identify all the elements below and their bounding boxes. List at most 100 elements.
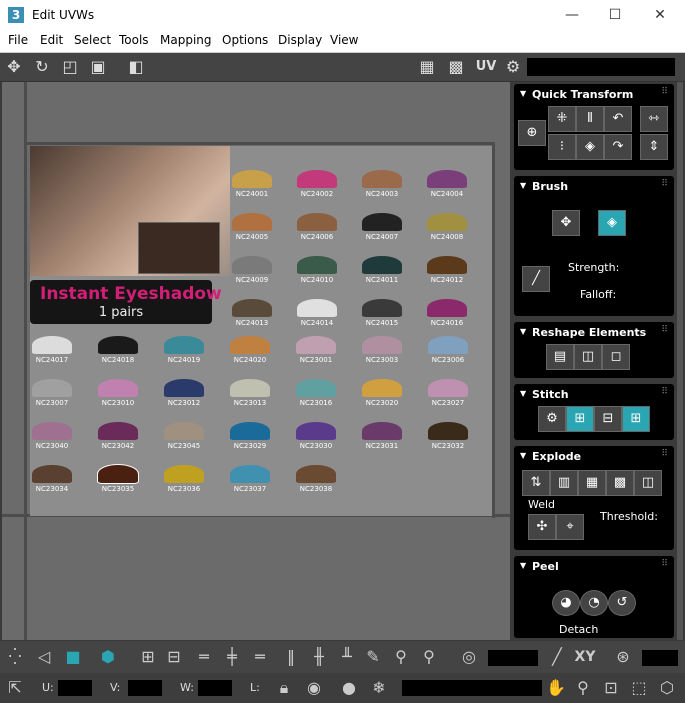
space-out-horizontal-icon[interactable]: ⇿ bbox=[640, 106, 668, 132]
lock-icon[interactable]: 🔒︎ bbox=[273, 677, 295, 699]
loop-select-icon[interactable]: ═ bbox=[193, 646, 215, 668]
stitch-explode-icon[interactable]: ◫ bbox=[634, 470, 662, 496]
world-icon[interactable]: ⊛ bbox=[612, 646, 634, 668]
ring-grow-icon[interactable]: ╫ bbox=[308, 646, 330, 668]
hide-icon[interactable]: ◉ bbox=[303, 677, 325, 699]
rollout-title[interactable]: Stitch bbox=[532, 388, 569, 401]
zoom-extents-icon[interactable]: ⬚ bbox=[628, 677, 650, 699]
collapse-triangle-icon[interactable]: ▼ bbox=[520, 561, 526, 570]
drag-handle-icon[interactable]: ⠿ bbox=[661, 87, 668, 97]
soft-select-value-field[interactable] bbox=[488, 650, 538, 666]
paint-shrink-icon[interactable]: ⚲ bbox=[418, 646, 440, 668]
edge-select-icon[interactable]: ◁ bbox=[33, 646, 55, 668]
mirror-icon[interactable]: ◧ bbox=[126, 57, 146, 77]
align-vertical-icon[interactable]: ⫴ bbox=[576, 106, 604, 132]
flatten-icon[interactable]: ▥ bbox=[550, 470, 578, 496]
weld-selected-icon[interactable]: ✣ bbox=[528, 514, 556, 540]
menu-select[interactable]: Select bbox=[74, 33, 111, 47]
drag-handle-icon[interactable]: ⠿ bbox=[661, 559, 668, 569]
space-horizontal-icon[interactable]: ⁝ bbox=[548, 134, 576, 160]
drag-handle-icon[interactable]: ⠿ bbox=[661, 387, 668, 397]
freeform-icon[interactable]: ▣ bbox=[88, 57, 108, 77]
ring-shrink-icon[interactable]: ╨ bbox=[336, 646, 358, 668]
uv-viewport[interactable]: Instant Eyeshadow 1 pairs NC24001 NC24002… bbox=[2, 82, 510, 640]
grow-select-icon[interactable]: ⊞ bbox=[137, 646, 159, 668]
align-horizontal-icon[interactable]: ⁜ bbox=[548, 106, 576, 132]
stitch-target-icon[interactable]: ⊞ bbox=[622, 406, 650, 432]
space-out-vertical-icon[interactable]: ⇕ bbox=[640, 134, 668, 160]
v-field[interactable] bbox=[128, 680, 162, 696]
drag-handle-icon[interactable]: ⠿ bbox=[661, 449, 668, 459]
element-select-icon[interactable]: ⬢ bbox=[97, 646, 119, 668]
face-select-icon[interactable]: ■ bbox=[62, 646, 84, 668]
zoom-region-icon[interactable]: ⊡ bbox=[600, 677, 622, 699]
value-field[interactable] bbox=[642, 650, 678, 666]
rollout-title[interactable]: Reshape Elements bbox=[532, 326, 646, 339]
stitch-source-icon[interactable]: ⊞ bbox=[566, 406, 594, 432]
collapse-triangle-icon[interactable]: ▼ bbox=[520, 327, 526, 336]
slash-icon[interactable]: ╱ bbox=[546, 646, 568, 668]
relax-shape-icon[interactable]: ◻ bbox=[602, 344, 630, 370]
menu-file[interactable]: File bbox=[8, 33, 28, 47]
drag-handle-icon[interactable]: ⠿ bbox=[661, 179, 668, 189]
w-field[interactable] bbox=[198, 680, 232, 696]
zoom-icon[interactable]: ⚲ bbox=[572, 677, 594, 699]
loop-grow-icon[interactable]: ╪ bbox=[221, 646, 243, 668]
peel-mode-icon[interactable]: ◔ bbox=[580, 590, 608, 616]
distribute-icon[interactable]: ◈ bbox=[576, 134, 604, 160]
rotate-cw-icon[interactable]: ↷ bbox=[604, 134, 632, 160]
freeze-icon[interactable]: ❄ bbox=[368, 677, 390, 699]
collapse-triangle-icon[interactable]: ▼ bbox=[520, 389, 526, 398]
menu-tools[interactable]: Tools bbox=[119, 33, 149, 47]
uv-label[interactable]: UV bbox=[473, 57, 499, 77]
stitch-custom-icon[interactable]: ⚙ bbox=[538, 406, 566, 432]
peel-quick-icon[interactable]: ◕ bbox=[552, 590, 580, 616]
flatten-by-smoothing-icon[interactable]: ▦ bbox=[578, 470, 606, 496]
collapse-triangle-icon[interactable]: ▼ bbox=[520, 451, 526, 460]
menu-edit[interactable]: Edit bbox=[40, 33, 63, 47]
vertex-select-icon[interactable]: ⁛ bbox=[4, 646, 26, 668]
settings-gear-icon[interactable]: ⚙ bbox=[503, 57, 523, 77]
soft-select-icon[interactable]: ◎ bbox=[458, 646, 480, 668]
rotate-ccw-icon[interactable]: ↶ bbox=[604, 106, 632, 132]
rollout-title[interactable]: Brush bbox=[532, 180, 568, 193]
ring-select-icon[interactable]: ‖ bbox=[280, 646, 302, 668]
xy-toggle[interactable]: XY bbox=[572, 646, 598, 668]
u-field[interactable] bbox=[58, 680, 92, 696]
checker-icon[interactable]: ▦ bbox=[417, 57, 437, 77]
minimize-button[interactable]: — bbox=[562, 6, 582, 24]
drag-handle-icon[interactable]: ⠿ bbox=[661, 325, 668, 335]
break-icon[interactable]: ⇅ bbox=[522, 470, 550, 496]
texture-icon[interactable]: ▩ bbox=[446, 57, 466, 77]
menu-mapping[interactable]: Mapping bbox=[160, 33, 212, 47]
relax-icon[interactable]: ◫ bbox=[574, 344, 602, 370]
rollout-title[interactable]: Quick Transform bbox=[532, 88, 633, 101]
pivot-icon[interactable]: ⊕ bbox=[518, 120, 546, 146]
panel-scrollbar[interactable] bbox=[677, 82, 683, 640]
collapse-triangle-icon[interactable]: ▼ bbox=[520, 181, 526, 190]
relax-brush-icon[interactable]: ◈ bbox=[598, 210, 626, 236]
menu-view[interactable]: View bbox=[330, 33, 358, 47]
coordinate-mode-icon[interactable]: ⇱ bbox=[4, 677, 26, 699]
unhide-icon[interactable]: ● bbox=[338, 677, 360, 699]
stitch-average-icon[interactable]: ⊟ bbox=[594, 406, 622, 432]
straighten-icon[interactable]: ▤ bbox=[546, 344, 574, 370]
rotate-icon[interactable]: ↻ bbox=[32, 57, 52, 77]
maximize-button[interactable]: ☐ bbox=[605, 6, 625, 24]
weld-target-icon[interactable]: ⌖ bbox=[556, 514, 584, 540]
rollout-title[interactable]: Explode bbox=[532, 450, 581, 463]
paint-move-icon[interactable]: ✥ bbox=[552, 210, 580, 236]
zoom-selected-icon[interactable]: ⬡ bbox=[656, 677, 678, 699]
shrink-select-icon[interactable]: ⊟ bbox=[163, 646, 185, 668]
pan-hand-icon[interactable]: ✋ bbox=[545, 677, 567, 699]
collapse-triangle-icon[interactable]: ▼ bbox=[520, 89, 526, 98]
move-icon[interactable]: ✥ bbox=[4, 57, 24, 77]
texture-dropdown[interactable] bbox=[527, 58, 675, 76]
loop-shrink-icon[interactable]: ═ bbox=[249, 646, 271, 668]
menu-display[interactable]: Display bbox=[278, 33, 322, 47]
scale-icon[interactable]: ◰ bbox=[60, 57, 80, 77]
status-field[interactable] bbox=[402, 680, 542, 696]
peel-reset-icon[interactable]: ↺ bbox=[608, 590, 636, 616]
flatten-by-material-icon[interactable]: ▩ bbox=[606, 470, 634, 496]
paint-select-icon[interactable]: ✎ bbox=[362, 646, 384, 668]
